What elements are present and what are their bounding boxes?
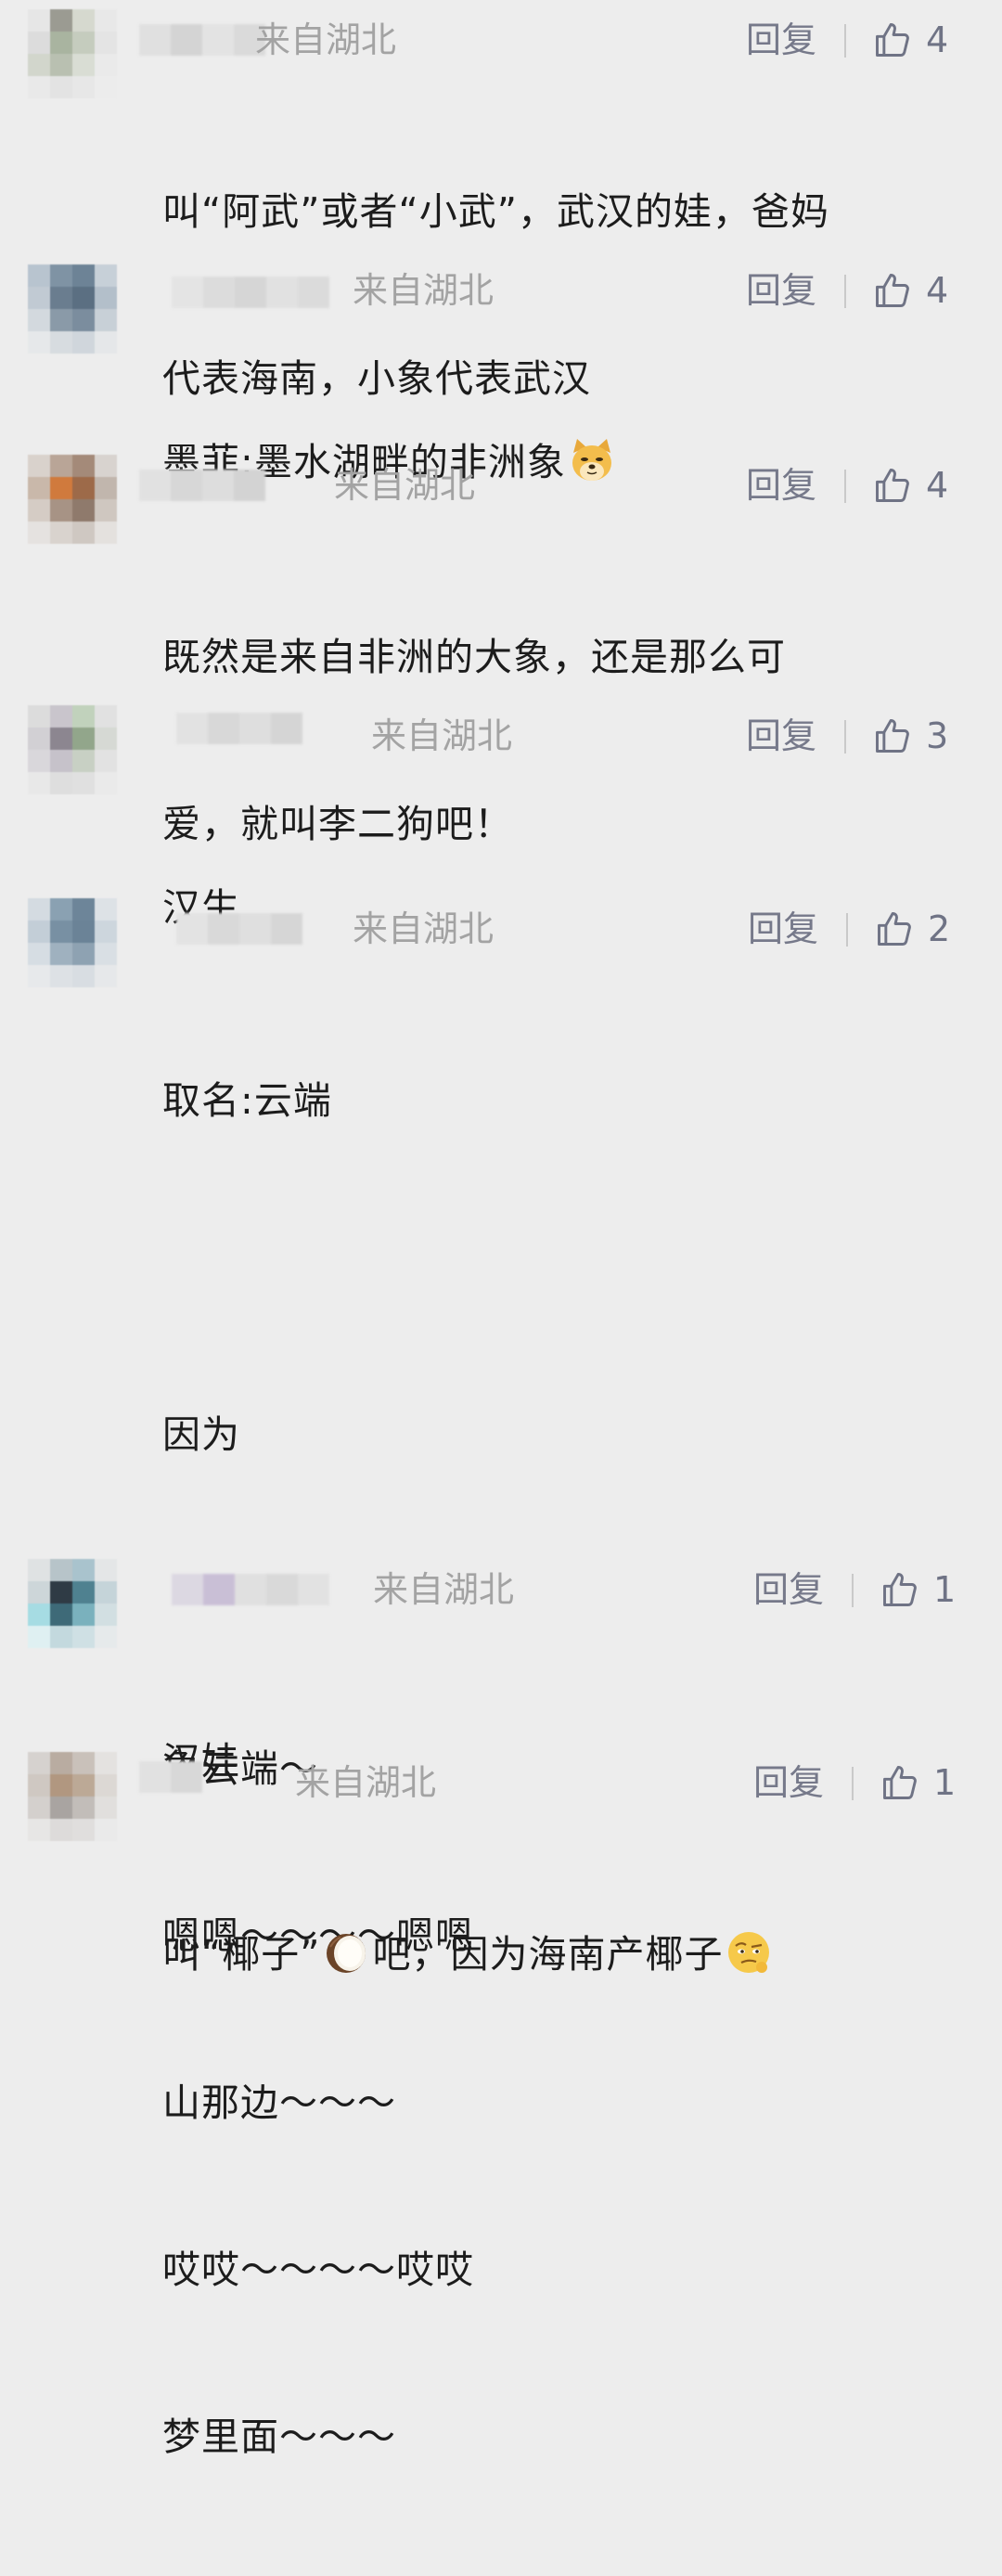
- divider: [844, 275, 846, 308]
- divider: [852, 1767, 854, 1800]
- thumbs-up-icon: [876, 23, 909, 57]
- reply-button[interactable]: 回复: [746, 715, 816, 757]
- coconut-emoji-icon: [327, 1934, 366, 1973]
- location-label: 来自湖北: [353, 270, 495, 311]
- divider: [844, 24, 846, 58]
- avatar[interactable]: [28, 1559, 117, 1648]
- reply-button[interactable]: 回复: [746, 19, 816, 61]
- divider: [844, 470, 846, 503]
- reply-button[interactable]: 回复: [746, 269, 816, 312]
- like-button[interactable]: 4: [872, 269, 948, 312]
- divider: [852, 1574, 854, 1607]
- divider: [844, 720, 846, 753]
- username-blurred[interactable]: [139, 1761, 202, 1793]
- avatar[interactable]: [28, 705, 117, 794]
- location-label: 来自湖北: [295, 1762, 437, 1803]
- username-blurred[interactable]: [176, 713, 302, 744]
- like-count: 4: [926, 465, 949, 506]
- avatar[interactable]: [28, 1752, 117, 1841]
- like-count: 1: [933, 1762, 957, 1803]
- like-button[interactable]: 3: [872, 715, 948, 757]
- like-count: 1: [933, 1569, 957, 1610]
- like-count: 2: [928, 908, 951, 949]
- location-label: 来自湖北: [334, 465, 476, 506]
- thumbs-up-icon: [878, 912, 911, 946]
- comment-text-segment: 叫“椰子”: [162, 1932, 321, 1977]
- location-label: 来自湖北: [353, 908, 495, 949]
- avatar[interactable]: [28, 898, 117, 987]
- thumbs-up-icon: [876, 274, 909, 307]
- like-count: 4: [926, 19, 949, 60]
- comment-text: 叫“椰子” 吧，因为海南产椰子: [162, 1815, 960, 2093]
- reply-button[interactable]: 回复: [746, 464, 816, 507]
- avatar[interactable]: [28, 455, 117, 544]
- doge-emoji-icon: [572, 439, 611, 481]
- reply-button[interactable]: 回复: [753, 1568, 824, 1611]
- thumbs-up-icon: [876, 469, 909, 502]
- location-label: 来自湖北: [373, 1569, 515, 1610]
- avatar[interactable]: [28, 9, 117, 98]
- username-blurred[interactable]: [172, 277, 329, 308]
- thumbs-up-icon: [876, 719, 909, 753]
- reply-button[interactable]: 回复: [748, 908, 818, 950]
- username-blurred[interactable]: [176, 913, 302, 945]
- username-blurred[interactable]: [139, 470, 265, 501]
- like-button[interactable]: 2: [874, 908, 950, 950]
- like-button[interactable]: 1: [880, 1761, 956, 1804]
- thumbs-up-icon: [883, 1766, 917, 1799]
- username-blurred[interactable]: [139, 24, 265, 56]
- username-blurred[interactable]: [172, 1574, 329, 1605]
- like-button[interactable]: 4: [872, 464, 948, 507]
- reply-button[interactable]: 回复: [753, 1761, 824, 1804]
- like-count: 3: [926, 715, 949, 756]
- like-button[interactable]: 1: [880, 1568, 956, 1611]
- location-label: 来自湖北: [255, 19, 397, 60]
- avatar[interactable]: [28, 264, 117, 354]
- comment-text-segment: 吧，因为海南产椰子: [372, 1932, 724, 1977]
- divider: [846, 913, 848, 947]
- like-button[interactable]: 4: [872, 19, 948, 61]
- skeptical-face-emoji-icon: [728, 1932, 770, 1973]
- thumbs-up-icon: [883, 1573, 917, 1606]
- location-label: 来自湖北: [371, 715, 513, 756]
- like-count: 4: [926, 270, 949, 311]
